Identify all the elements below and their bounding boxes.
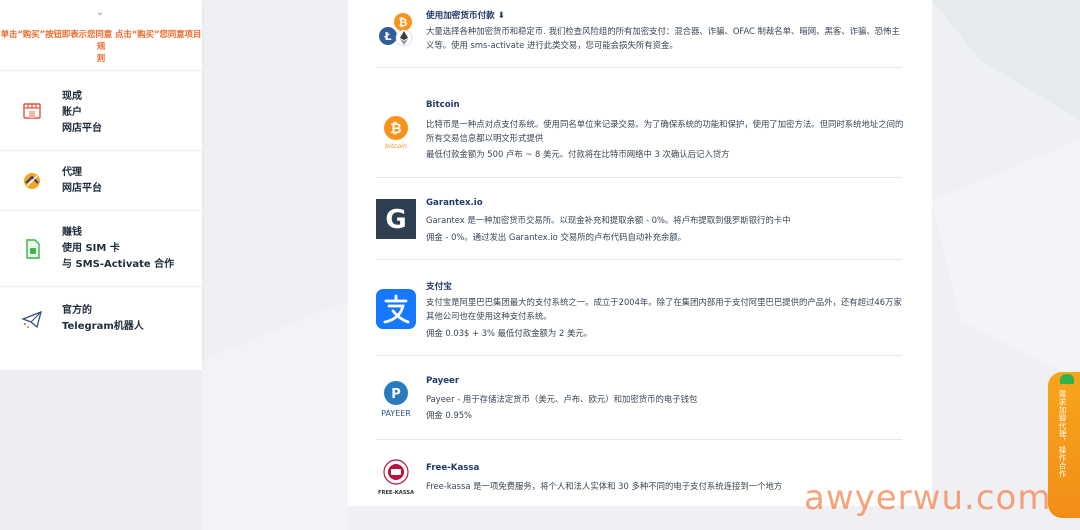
payment-method-garantex[interactable]: G Garantex.io Garantex 是一种加密货币交易所。以现金补充和… — [376, 177, 902, 260]
payment-title: Payeer — [426, 376, 460, 386]
payment-title: Bitcoin — [426, 100, 460, 110]
payment-methods-panel: Ł ₿ 使用加密货币付款 ⬇ 大量选择各种加密货币和稳定币. 我们检查风险组的所… — [348, 0, 932, 506]
freekassa-logo-text: FREE-KASSA — [378, 490, 414, 496]
watermark: awyerwu.com — [804, 478, 1052, 518]
payment-fee: 佣金 0.03$ + 3% 最低付款金额为 2 美元。 — [426, 328, 593, 338]
payment-method-bitcoin[interactable]: ₿ bitcoin Bitcoin 比特币是一种点对点支付系统。使用同名单位来记… — [376, 67, 904, 178]
chevron-down-icon[interactable]: ⌄ — [93, 6, 107, 20]
widget-text: 需求加盟代理，操作合作 — [1058, 390, 1067, 478]
notice-text: 单击“购买”按钮即表示您同意 — [0, 29, 113, 39]
payment-description: 支付宝是阿里巴巴集团最大的支付系统之一。成立于2004年。除了在集团内部用于支付… — [426, 297, 902, 321]
sidebar-item-ready-accounts[interactable]: 现成 账户 网店平台 — [0, 70, 202, 151]
sidebar-item-line: 网店平台 — [62, 183, 102, 194]
project-rules-link-end[interactable]: 则 — [97, 53, 105, 63]
sidebar: ⌄ 单击“购买”按钮即表示您同意 点击“购买”您同意项目规 则 现成 账户 网店… — [0, 0, 202, 370]
floating-contact-widget[interactable]: 需求加盟代理，操作合作 — [1048, 372, 1080, 518]
garantex-logo-icon: G — [376, 199, 416, 239]
telegram-icon — [21, 310, 42, 329]
payment-title: Free-Kassa — [426, 463, 480, 473]
sidebar-item-line: 账户 — [62, 107, 82, 118]
sidebar-item-line: 现成 — [62, 91, 82, 102]
payeer-logo-icon: P PAYEER — [381, 381, 411, 418]
purchase-agreement-notice: 单击“购买”按钮即表示您同意 点击“购买”您同意项目规 则 — [0, 28, 202, 64]
svg-text:Ł: Ł — [383, 30, 391, 43]
sidebar-item-line: 赚钱 — [62, 227, 82, 238]
shop-icon — [23, 103, 41, 119]
alipay-logo-icon — [376, 289, 416, 329]
payment-fee: 佣金 0.95% — [426, 410, 473, 420]
svg-text:₿: ₿ — [399, 16, 408, 29]
sidebar-item-line: 与 SMS-Activate 合作 — [62, 259, 175, 270]
sidebar-item-line: 网店平台 — [62, 123, 102, 134]
payment-method-alipay[interactable]: 支付宝 支付宝是阿里巴巴集团最大的支付系统之一。成立于2004年。除了在集团内部… — [376, 259, 902, 356]
payment-method-crypto[interactable]: Ł ₿ 使用加密货币付款 ⬇ 大量选择各种加密货币和稳定币. 我们检查风险组的所… — [376, 0, 902, 68]
freekassa-logo-icon: FREE-KASSA — [378, 459, 414, 496]
payment-description: Garantex 是一种加密货币交易所。以现金补充和提取余额 - 0%。将卢布提… — [426, 215, 791, 225]
svg-text:₿: ₿ — [390, 121, 401, 137]
payeer-logo-text: PAYEER — [381, 409, 411, 418]
sidebar-item-line: 代理 — [62, 167, 82, 178]
sidebar-item-partner[interactable]: 代理 网店平台 — [0, 150, 202, 211]
partner-icon — [24, 173, 40, 189]
sim-card-icon — [26, 239, 40, 259]
widget-cap — [1060, 374, 1074, 384]
payment-description: 大量选择各种加密货币和稳定币. 我们检查风险组的所有加密支付：混合器、诈骗、OF… — [426, 26, 900, 50]
bitcoin-logo-icon: ₿ bitcoin — [384, 116, 408, 150]
sidebar-item-line: 官方的 — [62, 305, 92, 316]
payment-method-payeer[interactable]: P PAYEER Payeer Payeer - 用于存储法定货币（美元、卢布、… — [376, 355, 902, 440]
payment-title: 使用加密货币付款 ⬇ — [426, 11, 505, 21]
svg-text:G: G — [385, 205, 406, 235]
sidebar-item-line: Telegram机器人 — [62, 321, 144, 332]
payment-fee: 最低付款金额为 500 卢布 ~ 8 美元。付款将在比特币网络中 3 次确认后记… — [426, 149, 730, 159]
payment-title: Garantex.io — [426, 198, 483, 208]
bitcoin-logo-text: bitcoin — [385, 142, 407, 150]
crypto-coins-icon: Ł ₿ — [379, 13, 413, 47]
svg-text:P: P — [391, 387, 401, 402]
sidebar-item-earn-sim[interactable]: 赚钱 使用 SIM 卡 与 SMS-Activate 合作 — [0, 210, 202, 287]
payment-fee: 佣金 - 0%。通过发出 Garantex.io 交易所的卢布代码自动补充余额。 — [426, 232, 687, 242]
payment-description: 比特币是一种点对点支付系统。使用同名单位来记录交易。为了确保系统的功能和保护，使… — [426, 119, 904, 143]
payment-description: Payeer - 用于存储法定货币（美元、卢布、欧元）和加密货币的电子钱包 — [426, 394, 698, 404]
project-rules-link[interactable]: 点击“购买”您同意项目规 — [97, 29, 202, 51]
payment-title: 支付宝 — [426, 282, 452, 292]
sidebar-item-telegram-bot[interactable]: 官方的 Telegram机器人 — [0, 286, 202, 353]
sidebar-item-line: 使用 SIM 卡 — [62, 243, 120, 254]
